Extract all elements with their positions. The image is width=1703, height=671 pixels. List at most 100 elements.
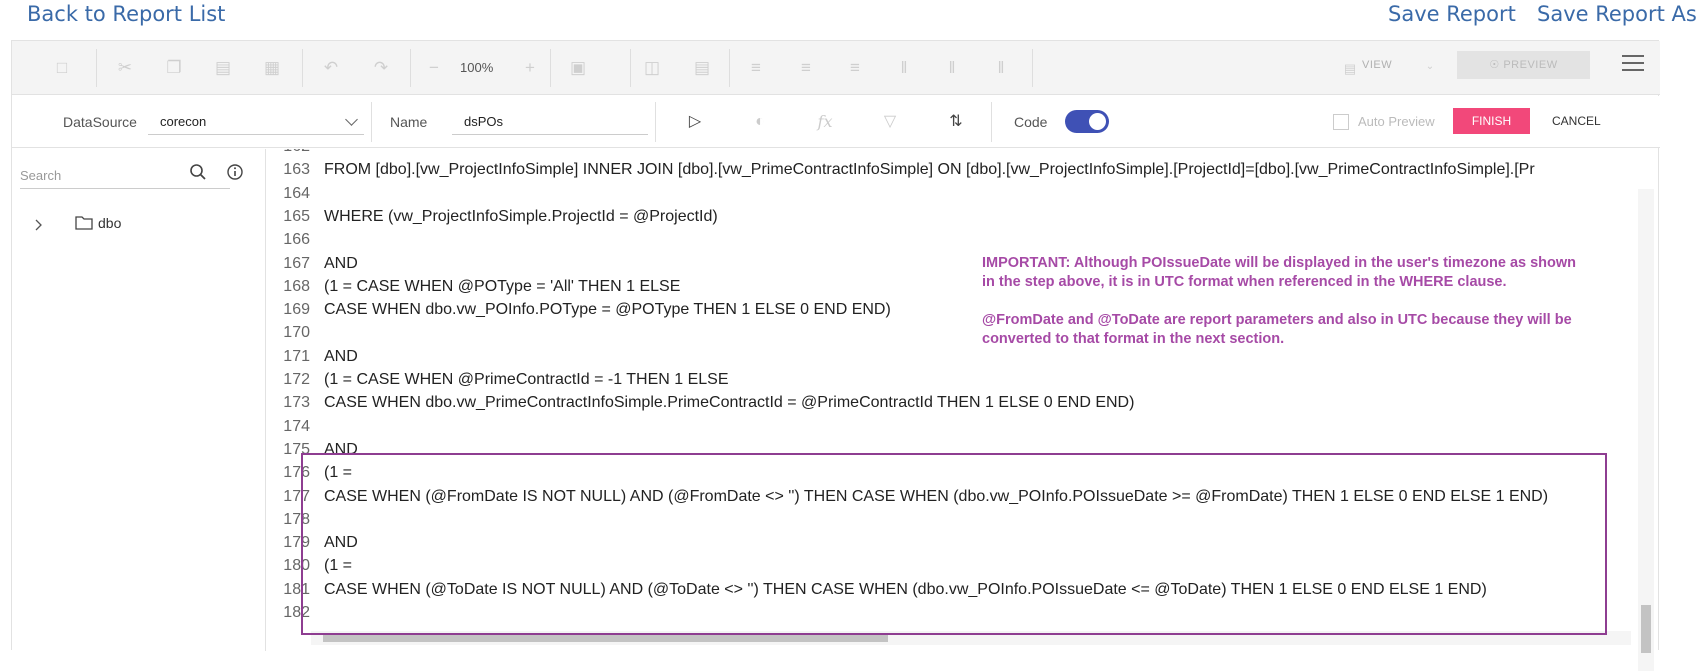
scrollbar-thumb[interactable] (323, 634, 888, 642)
toolbar-divider (550, 49, 551, 87)
datasource-value: corecon (160, 114, 207, 129)
filter-icon[interactable]: ▽ (879, 111, 901, 133)
annotation-paragraph: @FromDate and @ToDate are report paramet… (982, 312, 1572, 347)
code-text[interactable]: FROM [dbo].[vw_ProjectInfoSimple] INNER … (324, 157, 1535, 182)
zoom-level: 100% (460, 60, 494, 75)
name-value: dsPOs (464, 114, 504, 129)
vertical-scrollbar[interactable] (1638, 189, 1654, 671)
preview-label: PREVIEW (1503, 59, 1558, 71)
tree-item-label: dbo (98, 215, 122, 231)
paste-icon[interactable]: ▤ (213, 58, 233, 78)
redo-icon[interactable]: ↷ (371, 58, 391, 78)
toolbar-divider (410, 49, 411, 87)
line-number: 168 (283, 277, 310, 295)
search-icon[interactable] (189, 163, 209, 183)
zoom-in-icon[interactable]: + (520, 58, 540, 78)
bar-divider (655, 102, 656, 142)
schema-sidebar: Search dbo (12, 149, 266, 651)
code-line[interactable]: 165 WHERE (vw_ProjectInfoSimple.ProjectId… (267, 204, 1638, 229)
annotation-note: IMPORTANT: Although POIssueDate will be … (982, 254, 1592, 368)
code-text[interactable]: (1 = CASE WHEN @PrimeContractId = -1 THE… (324, 367, 729, 392)
align-top-icon[interactable]: ‖ (894, 58, 914, 78)
code-text[interactable]: CASE WHEN dbo.vw_PrimeContractInfoSimple… (324, 390, 1134, 415)
view-button[interactable]: VIEW (1362, 59, 1392, 71)
chevron-down-icon: ⌄ (1425, 61, 1435, 72)
view-icon: ▤ (1343, 61, 1357, 76)
save-report-as-link[interactable]: Save Report As (1537, 2, 1697, 26)
group-icon[interactable]: ◫ (642, 58, 662, 78)
line-number: 166 (283, 231, 310, 249)
datasource-bar: DataSource corecon Name dsPOs ▷ ◐ fx ▽ ⇅… (12, 96, 1660, 148)
code-line[interactable]: 166 (267, 227, 1638, 252)
code-text[interactable]: (1 = CASE WHEN @POType = 'All' THEN 1 EL… (324, 274, 680, 299)
ungroup-icon[interactable]: ▤ (692, 58, 712, 78)
parameters-icon[interactable]: ⇅ (945, 111, 967, 133)
line-number: 164 (283, 184, 310, 202)
align-middle-icon[interactable]: ‖ (942, 58, 962, 78)
line-number: 173 (283, 394, 310, 412)
name-label: Name (390, 114, 428, 130)
line-number: 167 (283, 254, 310, 272)
bar-divider (991, 102, 992, 142)
finish-button[interactable]: FINISH (1453, 108, 1530, 134)
code-label: Code (1014, 114, 1048, 130)
align-center-icon[interactable]: ≡ (796, 58, 816, 78)
new-file-icon[interactable]: □ (52, 58, 72, 78)
code-line[interactable]: 173 CASE WHEN dbo.vw_PrimeContractInfoSim… (267, 390, 1638, 415)
code-line[interactable]: 164 (267, 181, 1638, 206)
code-toggle[interactable] (1065, 110, 1109, 133)
toolbar-divider (96, 49, 97, 87)
code-line[interactable]: 174 (267, 414, 1638, 439)
align-right-icon[interactable]: ≡ (845, 58, 865, 78)
function-icon[interactable]: fx (814, 111, 836, 133)
back-to-report-list-link[interactable]: Back to Report List (27, 2, 225, 26)
eye-icon: ☉ (1489, 59, 1504, 71)
line-number: 165 (283, 207, 310, 225)
cancel-button[interactable]: CANCEL (1552, 114, 1601, 128)
auto-preview-checkbox[interactable] (1333, 114, 1349, 130)
datasource-select[interactable]: corecon (148, 107, 364, 135)
designer-toolbar: □ ✂ ❐ ▤ ▦ ↶ ↷ − 100% + ▣ ◫ ▤ ≡ ≡ ≡ ‖ ‖ ‖… (12, 41, 1660, 95)
name-input[interactable]: dsPOs (452, 107, 648, 135)
save-report-link[interactable]: Save Report (1388, 2, 1516, 26)
auto-preview-label: Auto Preview (1358, 114, 1435, 129)
line-number: 163 (283, 161, 310, 179)
zoom-out-icon[interactable]: − (424, 58, 444, 78)
annotation-paragraph: IMPORTANT: Although POIssueDate will be … (982, 255, 1577, 290)
bar-divider (371, 102, 372, 142)
copy-icon[interactable]: ❐ (164, 58, 184, 78)
chevron-down-icon (345, 113, 358, 126)
code-line[interactable]: 163 FROM [dbo].[vw_ProjectInfoSimple] INN… (267, 157, 1638, 182)
line-number: 171 (283, 347, 310, 365)
info-icon[interactable] (226, 163, 244, 181)
tree-item-dbo[interactable]: dbo (32, 213, 232, 237)
scrollbar-thumb[interactable] (1641, 605, 1651, 653)
join-icon[interactable]: ◐ (749, 111, 771, 133)
hamburger-menu-icon[interactable] (1622, 55, 1644, 71)
layer-order-icon[interactable]: ▣ (568, 58, 588, 78)
chevron-right-icon[interactable] (32, 218, 44, 231)
toolbar-divider (630, 49, 631, 87)
delete-icon[interactable]: ▦ (262, 58, 282, 78)
run-query-icon[interactable]: ▷ (684, 111, 706, 133)
datasource-label: DataSource (63, 114, 137, 130)
align-bottom-icon[interactable]: ‖ (991, 58, 1011, 78)
code-text[interactable]: WHERE (vw_ProjectInfoSimple.ProjectId = … (324, 204, 718, 229)
code-text[interactable]: AND (324, 344, 358, 369)
code-text[interactable]: CASE WHEN dbo.vw_POInfo.POType = @POType… (324, 297, 891, 322)
top-bar: Back to Report List Save Report Save Rep… (0, 0, 1703, 36)
line-number: 172 (283, 371, 310, 388)
align-left-icon[interactable]: ≡ (746, 58, 766, 78)
toolbar-divider (1032, 49, 1033, 87)
undo-icon[interactable]: ↶ (321, 58, 341, 78)
toolbar-divider (302, 49, 303, 87)
code-text[interactable]: AND (324, 251, 358, 276)
line-number: 170 (283, 324, 310, 342)
preview-button[interactable]: ☉ PREVIEW (1457, 51, 1590, 79)
toolbar-divider (729, 49, 730, 87)
line-number: 169 (283, 301, 310, 319)
folder-icon (75, 215, 93, 231)
code-line[interactable]: 172 (1 = CASE WHEN @PrimeContractId = -1 … (267, 367, 1638, 392)
highlight-box (301, 453, 1607, 635)
cut-icon[interactable]: ✂ (115, 58, 135, 78)
